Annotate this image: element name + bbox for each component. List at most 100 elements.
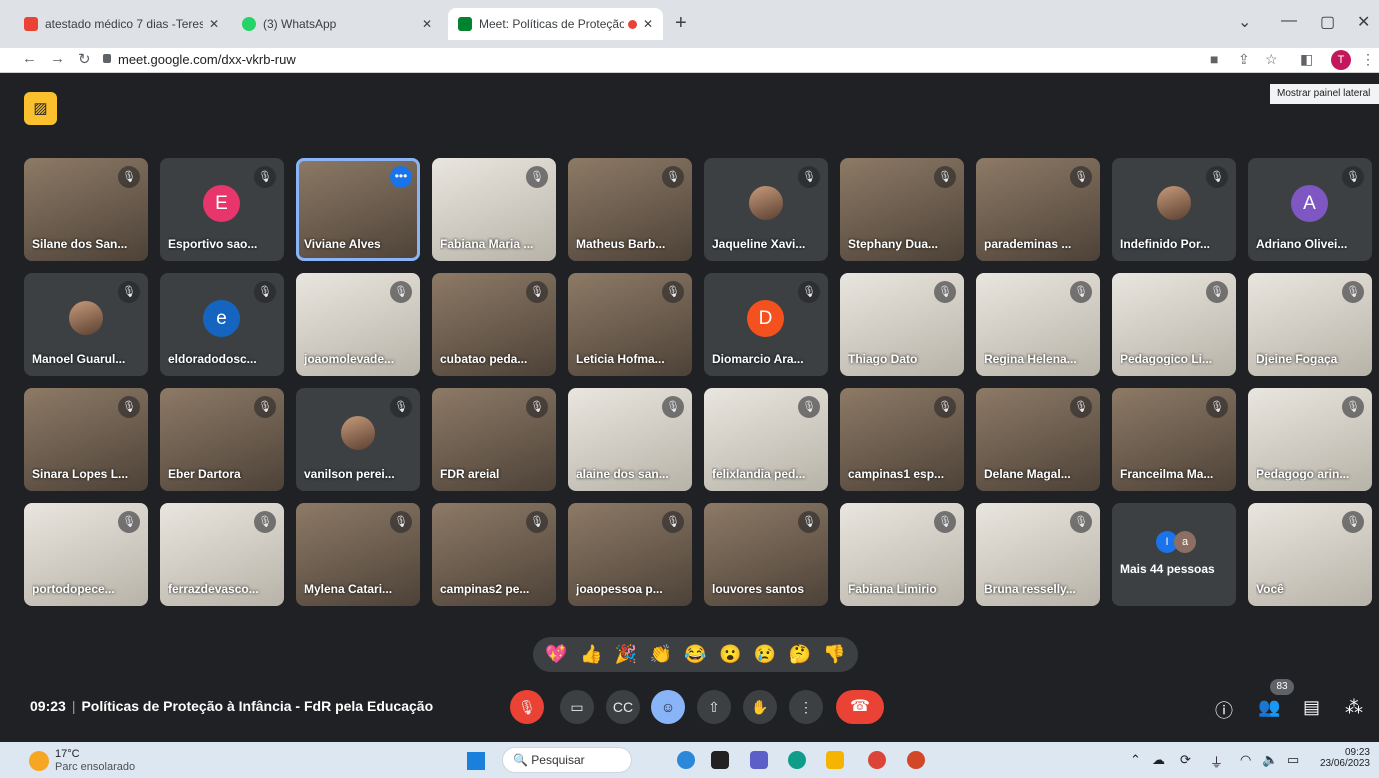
participant-tile[interactable]: 🎙 campinas2 pe... — [432, 503, 556, 606]
reaction-emoji[interactable]: 🎉 — [615, 637, 637, 672]
reload-icon[interactable]: ↻ — [78, 50, 91, 68]
participant-tile[interactable]: 🎙 parademinas ... — [976, 158, 1100, 261]
reaction-emoji[interactable]: 👎 — [823, 637, 845, 672]
new-tab-button[interactable]: + — [675, 12, 687, 35]
powerpoint-icon[interactable] — [907, 751, 925, 769]
participant-tile[interactable]: A 🎙 Adriano Olivei... — [1248, 158, 1372, 261]
tab-whatsapp[interactable]: (3) WhatsApp ✕ — [232, 8, 442, 40]
participant-tile[interactable]: 🎙 louvores santos — [704, 503, 828, 606]
participant-tile[interactable]: 🎙 Franceilma Ma... — [1112, 388, 1236, 491]
edge-icon[interactable] — [788, 751, 806, 769]
wifi-icon[interactable]: ◠ — [1240, 752, 1251, 768]
participant-tile[interactable]: 🎙 felixlandia ped... — [704, 388, 828, 491]
participant-tile[interactable]: e 🎙 eldoradodosc... — [160, 273, 284, 376]
side-panel-icon[interactable]: ◧ — [1300, 51, 1313, 68]
participant-tile[interactable]: 🎙 Pedagogico Li... — [1112, 273, 1236, 376]
sync-icon[interactable]: ⟳ — [1180, 752, 1191, 768]
participant-tile[interactable]: 🎙 alaine dos san... — [568, 388, 692, 491]
weather-icon[interactable] — [29, 751, 49, 771]
participant-tile[interactable]: 🎙 Thiago Dato — [840, 273, 964, 376]
participant-tile[interactable]: 🎙 Matheus Barb... — [568, 158, 692, 261]
tab-search-icon[interactable]: ⌄ — [1238, 12, 1251, 32]
more-options-icon[interactable]: ••• — [390, 166, 412, 188]
participant-tile[interactable]: 🎙 Leticia Hofma... — [568, 273, 692, 376]
participant-tile[interactable]: ••• Viviane Alves — [296, 158, 420, 261]
participant-tile[interactable]: 🎙 Bruna resselly... — [976, 503, 1100, 606]
participant-tile[interactable]: 🎙 Stephany Dua... — [840, 158, 964, 261]
raise-hand-button[interactable]: ✋ — [743, 690, 777, 724]
forward-icon[interactable]: → — [50, 50, 65, 67]
participant-tile[interactable]: 🎙 joaopessoa p... — [568, 503, 692, 606]
menu-kebab-icon[interactable]: ⋮ — [1361, 51, 1375, 68]
reaction-emoji[interactable]: 👍 — [580, 637, 602, 672]
participant-tile[interactable]: E 🎙 Esportivo sao... — [160, 158, 284, 261]
participant-tile[interactable]: 🎙 joaomolevade... — [296, 273, 420, 376]
show-hidden-icons[interactable]: ⌃ — [1130, 752, 1141, 768]
camera-indicator-icon[interactable]: ■ — [1210, 51, 1218, 67]
file-explorer-icon[interactable] — [826, 751, 844, 769]
participant-tile[interactable]: 🎙 Jaqueline Xavi... — [704, 158, 828, 261]
participant-tile[interactable]: 🎙 Eber Dartora — [160, 388, 284, 491]
minimize-button[interactable]: — — [1281, 12, 1297, 30]
participant-tile[interactable]: 🎙 Fabiana Limirio — [840, 503, 964, 606]
participant-tile[interactable]: 🎙 Fabiana Maria ... — [432, 158, 556, 261]
people-icon[interactable]: 👥 — [1258, 697, 1280, 718]
chat-app-icon[interactable] — [750, 751, 768, 769]
participant-tile[interactable]: 🎙 Regina Helena... — [976, 273, 1100, 376]
maximize-button[interactable]: ▢ — [1320, 12, 1335, 32]
participant-tile[interactable]: 🎙 cubatao peda... — [432, 273, 556, 376]
participant-tile[interactable]: 🎙 vanilson perei... — [296, 388, 420, 491]
participant-tile[interactable]: 🎙 Manoel Guarul... — [24, 273, 148, 376]
usb-icon[interactable]: ⏚ — [1210, 752, 1223, 771]
close-window-button[interactable]: ✕ — [1357, 12, 1370, 32]
participant-tile[interactable]: 🎙 portodopece... — [24, 503, 148, 606]
participant-tile[interactable]: 🎙 Delane Magal... — [976, 388, 1100, 491]
mic-off-button[interactable]: 🎙 — [510, 690, 544, 724]
participant-tile[interactable]: 🎙 Indefinido Por... — [1112, 158, 1236, 261]
reaction-emoji[interactable]: 💖 — [545, 637, 567, 672]
profile-avatar[interactable]: T — [1331, 50, 1351, 70]
tab-gmail[interactable]: atestado médico 7 dias -Teresa C ✕ — [14, 8, 229, 40]
camera-button[interactable]: ▭ — [560, 690, 594, 724]
participant-tile[interactable]: Ia Mais 44 pessoas — [1112, 503, 1236, 606]
participant-tile[interactable]: 🎙 Você — [1248, 503, 1372, 606]
task-view-icon[interactable] — [711, 751, 729, 769]
leave-call-button[interactable]: ☎ — [836, 690, 884, 724]
taskbar-search[interactable]: 🔍 Pesquisar — [502, 747, 632, 773]
captions-button[interactable]: CC — [606, 690, 640, 724]
present-button[interactable]: ⇧ — [697, 690, 731, 724]
battery-icon[interactable]: ▭ — [1287, 752, 1299, 768]
reactions-button[interactable]: ☺ — [651, 690, 685, 724]
close-tab-icon[interactable]: ✕ — [643, 17, 653, 31]
volume-icon[interactable]: 🔈 — [1262, 752, 1278, 768]
onedrive-icon[interactable]: ☁ — [1152, 752, 1165, 768]
back-icon[interactable]: ← — [22, 50, 37, 67]
reaction-emoji[interactable]: 😢 — [754, 637, 776, 672]
participant-tile[interactable]: 🎙 Sinara Lopes L... — [24, 388, 148, 491]
participant-tile[interactable]: 🎙 Silane dos San... — [24, 158, 148, 261]
participant-tile[interactable]: 🎙 Pedagogo arin... — [1248, 388, 1372, 491]
camera-off-icon[interactable]: ▨ — [24, 92, 57, 125]
tab-meet[interactable]: Meet: Políticas de Proteção à ✕ — [448, 8, 663, 40]
url-field[interactable]: meet.google.com/dxx-vkrb-ruw — [118, 52, 296, 67]
clock[interactable]: 09:23 23/06/2023 — [1310, 747, 1370, 769]
start-icon[interactable] — [467, 752, 485, 770]
bing-icon[interactable] — [677, 751, 695, 769]
participant-tile[interactable]: 🎙 Mylena Catari... — [296, 503, 420, 606]
bookmark-star-icon[interactable]: ☆ — [1265, 51, 1278, 68]
reaction-emoji[interactable]: 👏 — [649, 637, 671, 672]
reaction-emoji[interactable]: 😂 — [684, 637, 706, 672]
activities-icon[interactable]: ⁂ — [1345, 697, 1363, 718]
reaction-emoji[interactable]: 😮 — [719, 637, 741, 672]
participant-tile[interactable]: 🎙 ferrazdevasco... — [160, 503, 284, 606]
participant-tile[interactable]: 🎙 campinas1 esp... — [840, 388, 964, 491]
info-icon[interactable]: ⓘ — [1215, 697, 1233, 723]
participant-tile[interactable]: 🎙 Djeine Fogaça — [1248, 273, 1372, 376]
participant-tile[interactable]: 🎙 FDR areial — [432, 388, 556, 491]
more-options-button[interactable]: ⋮ — [789, 690, 823, 724]
share-icon[interactable]: ⇪ — [1238, 51, 1250, 68]
close-tab-icon[interactable]: ✕ — [209, 17, 219, 31]
reaction-emoji[interactable]: 🤔 — [789, 637, 811, 672]
close-tab-icon[interactable]: ✕ — [422, 17, 432, 31]
chat-icon[interactable]: ▤ — [1303, 697, 1320, 718]
